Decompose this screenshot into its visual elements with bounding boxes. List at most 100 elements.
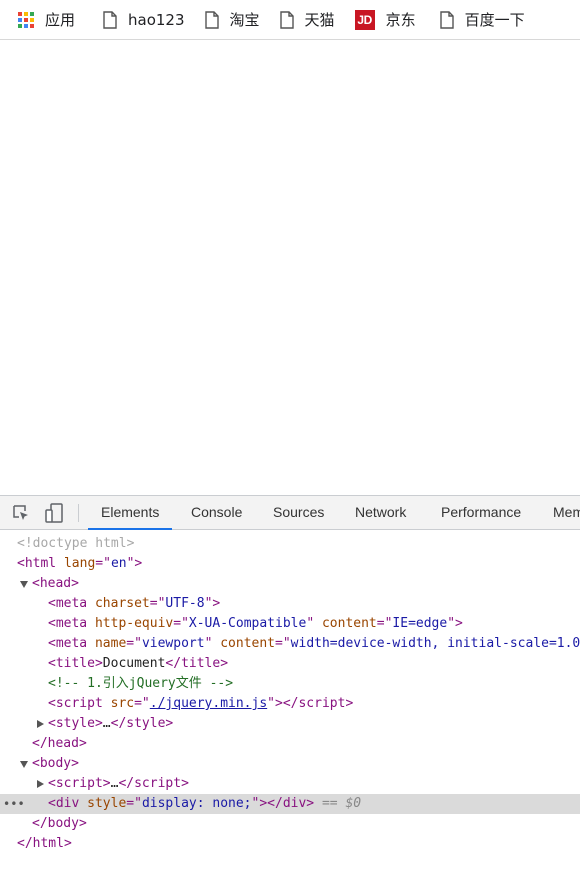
bookmark-taobao[interactable]: 淘宝 xyxy=(199,6,266,34)
bookmark-baidu[interactable]: 百度一下 xyxy=(434,6,531,34)
tag-close: "> xyxy=(204,596,221,611)
title-text: Document xyxy=(102,656,166,671)
more-actions-icon[interactable]: ••• xyxy=(3,794,25,814)
tag-close: </script> xyxy=(118,776,189,791)
bookmark-label: 京东 xyxy=(385,11,416,29)
tab-network[interactable]: Network xyxy=(355,496,406,529)
selected-node-marker: == $0 xyxy=(321,796,362,811)
collapsed-ellipsis: … xyxy=(102,716,111,731)
tag-open: <meta xyxy=(48,596,88,611)
dom-node-script[interactable]: <script>…</script> xyxy=(0,774,580,794)
tag-bracket: < xyxy=(17,556,25,571)
tag-open: <div xyxy=(48,796,80,811)
bookmark-label: 应用 xyxy=(45,11,76,29)
dom-node-script-src[interactable]: <script src="./jquery.min.js"></script> xyxy=(0,694,580,714)
page-icon xyxy=(204,10,219,29)
bookmark-tmall[interactable]: 天猫 xyxy=(274,6,341,34)
dom-node-title[interactable]: <title>Document</title> xyxy=(0,654,580,674)
attr-name: name xyxy=(94,636,127,651)
bookmark-label: 百度一下 xyxy=(464,11,525,29)
attr-name: charset xyxy=(94,596,150,611)
bookmark-label: 天猫 xyxy=(304,11,335,29)
tag-bracket: < xyxy=(32,576,40,591)
attr-value: viewport xyxy=(141,636,205,651)
dom-node-meta-viewport[interactable]: <meta name="viewport" content="width=dev… xyxy=(0,634,580,654)
dom-node-html-close[interactable]: </html> xyxy=(0,834,580,854)
bookmark-label: 淘宝 xyxy=(229,11,260,29)
dom-tree: <!doctype html> <html lang="en"> <head> … xyxy=(0,534,580,854)
bookmark-label: hao123 xyxy=(128,10,185,29)
bookmark-hao123[interactable]: hao123 xyxy=(97,6,191,34)
tag-open: <meta xyxy=(48,636,88,651)
dom-node-doctype[interactable]: <!doctype html> xyxy=(0,534,580,554)
apps-grid-icon xyxy=(18,11,34,28)
tab-memory[interactable]: Mem xyxy=(553,496,580,529)
attr-name: style xyxy=(87,796,127,811)
tab-elements[interactable]: Elements xyxy=(87,496,173,530)
page-icon xyxy=(439,10,454,29)
expand-triangle-icon[interactable] xyxy=(37,780,44,788)
dom-node-html[interactable]: <html lang="en"> xyxy=(0,554,580,574)
dom-node-comment[interactable]: <!-- 1.引入jQuery文件 --> xyxy=(0,674,580,694)
expand-triangle-icon[interactable] xyxy=(37,720,44,728)
tag-close: </head> xyxy=(32,736,87,751)
tag-close: "></script> xyxy=(267,696,354,711)
page-viewport[interactable] xyxy=(0,41,580,495)
attr-value: width=device-width, initial-scale=1.0 xyxy=(290,636,580,651)
dom-node-body-close[interactable]: </body> xyxy=(0,814,580,834)
tag-close: "></div> xyxy=(251,796,315,811)
inspect-element-icon[interactable] xyxy=(9,502,33,524)
attr-quote: " xyxy=(306,616,315,631)
attr-name: http-equiv xyxy=(94,616,174,631)
tag-name: html xyxy=(24,556,57,571)
dom-node-head[interactable]: <head> xyxy=(0,574,580,594)
tab-performance[interactable]: Performance xyxy=(441,496,521,529)
page-icon xyxy=(103,10,117,29)
tab-sources[interactable]: Sources xyxy=(273,496,324,529)
tab-console[interactable]: Console xyxy=(191,496,242,529)
tag-open: <meta xyxy=(48,616,88,631)
dom-node-head-close[interactable]: </head> xyxy=(0,734,580,754)
expand-triangle-icon[interactable] xyxy=(20,761,28,768)
tag-open: <script> xyxy=(48,776,111,791)
attr-value: display: none; xyxy=(141,796,252,811)
bookmarks-bar: 应用 hao123 淘宝 天猫 JD 京东 百度一下 xyxy=(0,0,580,40)
tag-open: <title> xyxy=(48,656,103,671)
attr-value: en xyxy=(110,556,127,571)
tag-close: </title> xyxy=(165,656,229,671)
bookmark-jd[interactable]: JD 京东 xyxy=(349,6,422,34)
dom-node-div-selected[interactable]: ••• <div style="display: none;"></div> =… xyxy=(0,794,580,814)
tag-name: head xyxy=(39,576,72,591)
tag-close: </body> xyxy=(32,816,87,831)
tag-open: <script xyxy=(48,696,103,711)
attr-eq: =" xyxy=(173,616,189,631)
tag-close: "> xyxy=(126,556,143,571)
tag-close: "> xyxy=(447,616,463,631)
attr-eq: =" xyxy=(376,616,393,631)
attr-name: content xyxy=(321,616,377,631)
attr-eq: =" xyxy=(149,596,166,611)
jd-logo-icon: JD xyxy=(354,9,375,30)
tag-name: body xyxy=(39,756,72,771)
page-icon xyxy=(279,10,294,29)
device-toolbar-icon[interactable] xyxy=(42,502,66,524)
dom-node-meta-http-equiv[interactable]: <meta http-equiv="X-UA-Compatible" conte… xyxy=(0,614,580,634)
attr-eq: =" xyxy=(134,696,150,711)
dom-node-style[interactable]: <style>…</style> xyxy=(0,714,580,734)
devtools-panel: Elements Console Sources Network Perform… xyxy=(0,495,580,872)
dom-node-meta-charset[interactable]: <meta charset="UTF-8"> xyxy=(0,594,580,614)
attr-value: UTF-8 xyxy=(165,596,205,611)
comment-text: <!-- 1.引入jQuery文件 --> xyxy=(48,676,234,691)
attr-eq: =" xyxy=(126,636,142,651)
tag-bracket: < xyxy=(32,756,40,771)
doctype-text: <!doctype html> xyxy=(17,536,135,551)
attr-name: lang xyxy=(63,556,96,571)
attr-value: X-UA-Compatible xyxy=(188,616,307,631)
toolbar-divider xyxy=(78,504,79,522)
tag-bracket: > xyxy=(71,576,79,591)
expand-triangle-icon[interactable] xyxy=(20,581,28,588)
bookmark-apps[interactable]: 应用 xyxy=(12,6,81,34)
dom-node-body[interactable]: <body> xyxy=(0,754,580,774)
attr-name: src xyxy=(110,696,135,711)
script-src-link[interactable]: ./jquery.min.js xyxy=(150,696,267,711)
